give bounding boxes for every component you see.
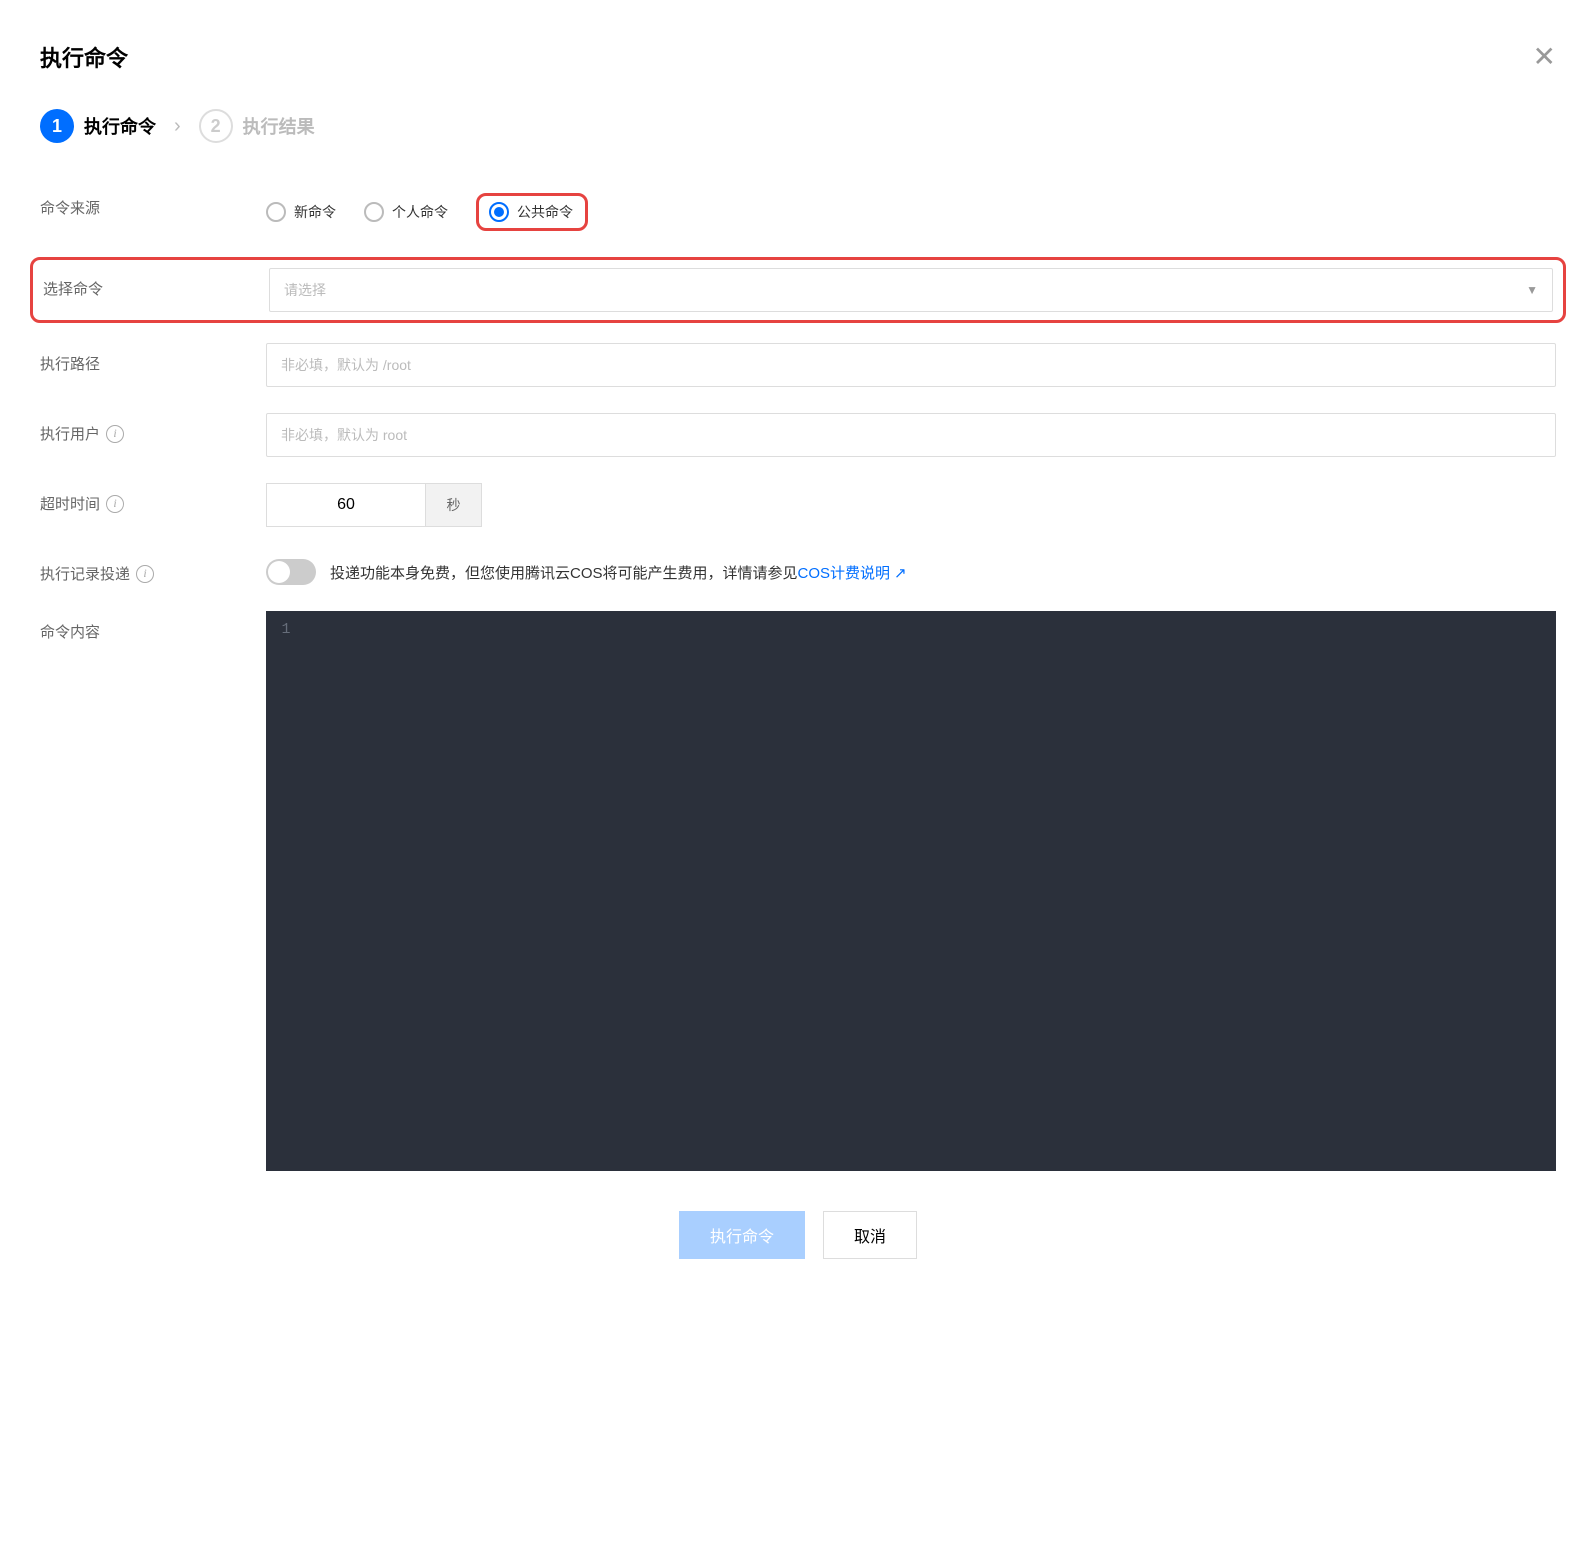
toggle-knob (268, 561, 290, 583)
radio-label: 公共命令 (517, 202, 573, 222)
input-timeout[interactable] (266, 483, 426, 527)
radio-public-command[interactable]: 公共命令 (489, 202, 573, 222)
row-command-source: 命令来源 新命令 个人命令 公共命令 (40, 187, 1556, 231)
info-icon[interactable]: i (106, 425, 124, 443)
step-1-label: 执行命令 (84, 113, 156, 139)
radio-new-command[interactable]: 新命令 (266, 202, 336, 222)
radio-icon (266, 202, 286, 222)
select-placeholder: 请选择 (284, 280, 326, 300)
radio-personal-command[interactable]: 个人命令 (364, 202, 448, 222)
input-exec-user[interactable] (266, 413, 1556, 457)
row-exec-path: 执行路径 (40, 343, 1556, 387)
info-icon[interactable]: i (136, 565, 154, 583)
input-exec-path[interactable] (266, 343, 1556, 387)
step-2: 2 执行结果 (199, 109, 315, 143)
step-2-num: 2 (199, 109, 233, 143)
row-timeout: 超时时间 i 秒 (40, 483, 1556, 527)
timeout-unit: 秒 (426, 483, 482, 527)
stepper: 1 执行命令 › 2 执行结果 (40, 109, 1556, 143)
label-command-source: 命令来源 (40, 187, 266, 218)
chevron-right-icon: › (174, 115, 181, 138)
cancel-button[interactable]: 取消 (823, 1211, 917, 1259)
radio-icon (489, 202, 509, 222)
row-select-command-highlight: 选择命令 请选择 ▼ (30, 257, 1566, 323)
label-select-command: 选择命令 (43, 268, 269, 299)
label-exec-user: 执行用户 i (40, 413, 266, 444)
step-2-label: 执行结果 (243, 113, 315, 139)
row-command-content: 命令内容 1 (40, 611, 1556, 1171)
row-delivery: 执行记录投递 i 投递功能本身免费，但您使用腾讯云COS将可能产生费用，详情请参… (40, 553, 1556, 585)
label-exec-path: 执行路径 (40, 343, 266, 374)
radio-label: 个人命令 (392, 202, 448, 222)
radio-group-source: 新命令 个人命令 公共命令 (266, 193, 1556, 231)
radio-label: 新命令 (294, 202, 336, 222)
cos-pricing-link[interactable]: COS计费说明 (798, 565, 891, 582)
radio-icon (364, 202, 384, 222)
dialog-footer: 执行命令 取消 (40, 1211, 1556, 1259)
step-1-num: 1 (40, 109, 74, 143)
delivery-text: 投递功能本身免费，但您使用腾讯云COS将可能产生费用，详情请参见COS计费说明↗ (330, 562, 907, 583)
label-delivery: 执行记录投递 i (40, 553, 266, 584)
step-1: 1 执行命令 (40, 109, 156, 143)
external-link-icon: ↗ (894, 565, 907, 582)
code-editor[interactable]: 1 (266, 611, 1556, 1171)
select-command[interactable]: 请选择 ▼ (269, 268, 1553, 312)
submit-button[interactable]: 执行命令 (679, 1211, 805, 1259)
row-exec-user: 执行用户 i (40, 413, 1556, 457)
label-timeout: 超时时间 i (40, 483, 266, 514)
toggle-delivery[interactable] (266, 559, 316, 585)
label-command-content: 命令内容 (40, 611, 266, 642)
info-icon[interactable]: i (106, 495, 124, 513)
code-gutter: 1 (266, 611, 306, 1171)
close-icon[interactable]: ✕ (1533, 40, 1556, 73)
dialog-title: 执行命令 (40, 41, 128, 73)
caret-down-icon: ▼ (1526, 283, 1538, 297)
code-body[interactable] (306, 611, 1556, 1171)
radio-public-command-highlight: 公共命令 (476, 193, 588, 231)
